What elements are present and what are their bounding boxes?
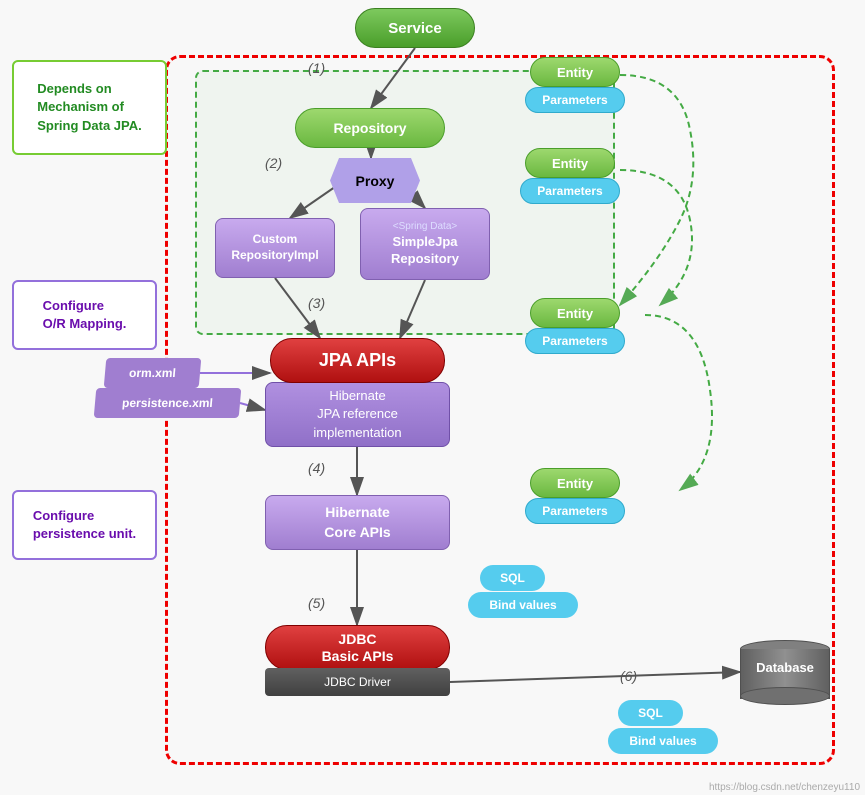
sql-node-1: SQL bbox=[480, 565, 545, 591]
entity-node-2: Entity bbox=[525, 148, 615, 178]
database-node: Database bbox=[740, 640, 830, 705]
configure-persistence-box: Configurepersistence unit. bbox=[12, 490, 157, 560]
step6-label: (6) bbox=[620, 668, 637, 684]
jdbc-driver-node: JDBC Driver bbox=[265, 668, 450, 696]
step4-label: (4) bbox=[308, 460, 325, 476]
params-node-1: Parameters bbox=[525, 87, 625, 113]
bind-values-node-2: Bind values bbox=[608, 728, 718, 754]
persistence-xml-node: persistence.xml bbox=[94, 388, 242, 418]
sql-node-2: SQL bbox=[618, 700, 683, 726]
orm-xml-node: orm.xml bbox=[104, 358, 202, 388]
depends-on-box: Depends onMechanism ofSpring Data JPA. bbox=[12, 60, 167, 155]
repository-node: Repository bbox=[295, 108, 445, 148]
entity-node-4: Entity bbox=[530, 468, 620, 498]
database-label: Database bbox=[740, 660, 830, 675]
step2-label: (2) bbox=[265, 155, 282, 171]
step5-label: (5) bbox=[308, 595, 325, 611]
watermark: https://blog.csdn.net/chenzeyu110 bbox=[709, 782, 860, 793]
diagram-container: Service (1) Repository (2) Proxy CustomR… bbox=[0, 0, 865, 795]
params-node-2: Parameters bbox=[520, 178, 620, 204]
hibernate-core-node: HibernateCore APIs bbox=[265, 495, 450, 550]
jdbc-apis-node: JDBCBasic APIs bbox=[265, 625, 450, 670]
configure-or-box: ConfigureO/R Mapping. bbox=[12, 280, 157, 350]
entity-node-1: Entity bbox=[530, 57, 620, 87]
service-node: Service bbox=[355, 8, 475, 48]
params-node-3: Parameters bbox=[525, 328, 625, 354]
jpa-apis-node: JPA APIs bbox=[270, 338, 445, 383]
custom-repo-node: CustomRepositoryImpl bbox=[215, 218, 335, 278]
step1-label: (1) bbox=[308, 60, 325, 76]
step3-label: (3) bbox=[308, 295, 325, 311]
entity-node-3: Entity bbox=[530, 298, 620, 328]
bind-values-node-1: Bind values bbox=[468, 592, 578, 618]
params-node-4: Parameters bbox=[525, 498, 625, 524]
proxy-node: Proxy bbox=[330, 158, 420, 203]
hibernate-jpa-node: HibernateJPA referenceimplementation bbox=[265, 382, 450, 447]
simplejpa-node: <Spring Data> SimpleJpaRepository bbox=[360, 208, 490, 280]
